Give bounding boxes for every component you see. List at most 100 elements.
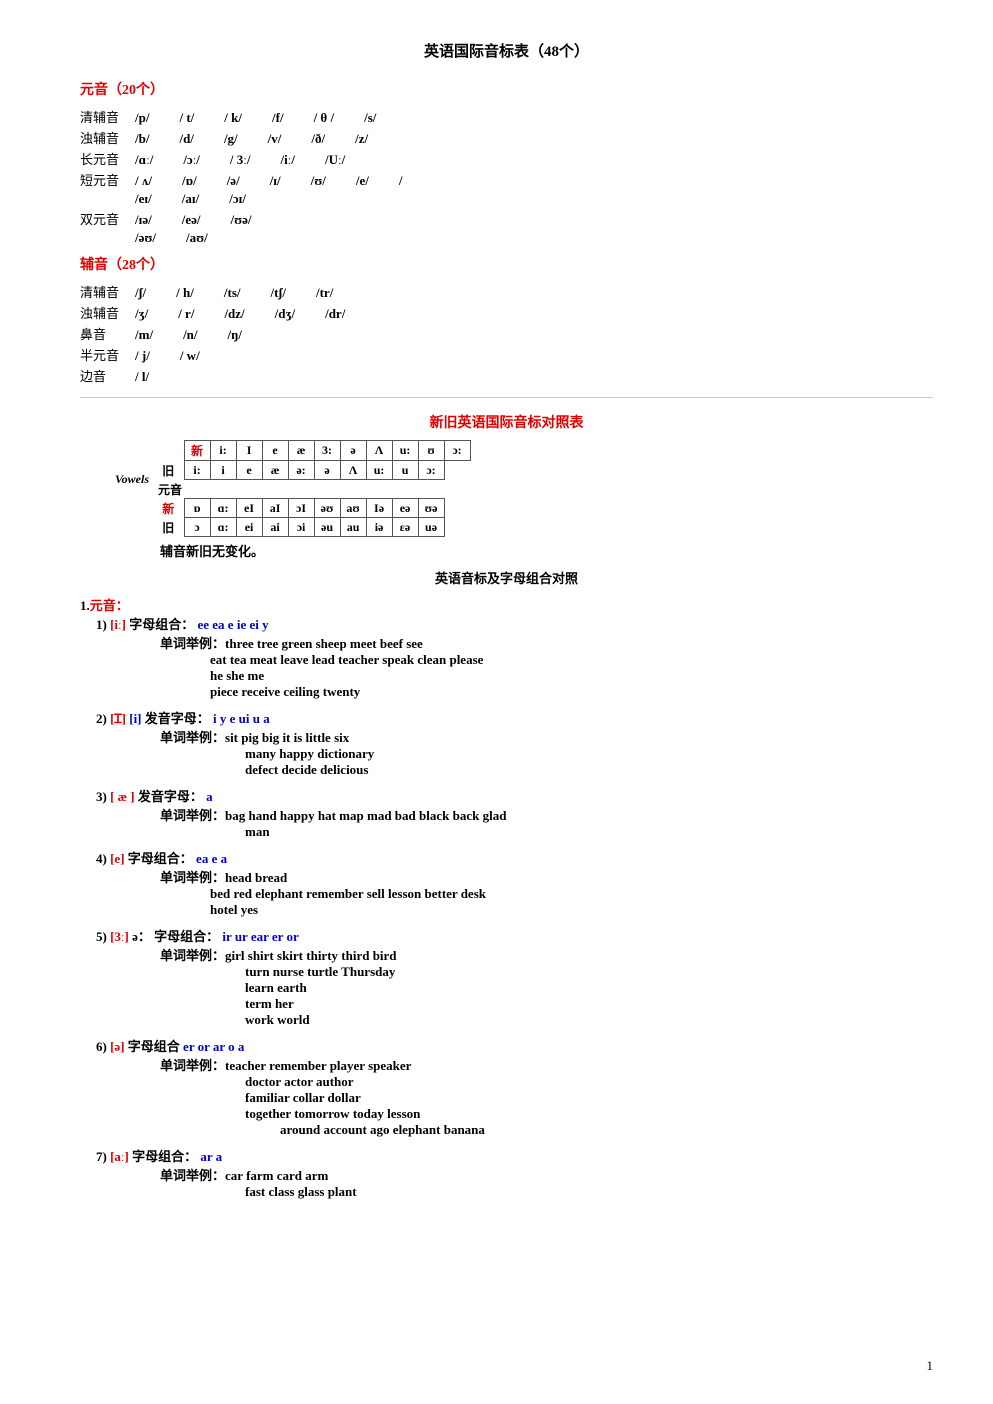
- compare-section: 新旧英语国际音标对照表 新 i: I e æ 3: ə Λ u: ʊ ɔ: Vo…: [80, 412, 933, 560]
- vowel-2-num: 2): [96, 711, 107, 726]
- sym-dz: /dz/: [224, 306, 244, 322]
- vowel-3-combos: a: [206, 789, 213, 804]
- shuang-yuanyin-row: 双元音 /ɪə/ /eə/ /ʊə/: [80, 209, 933, 228]
- compare-yuanyin-row: 元音: [110, 480, 470, 499]
- vowel-1-line: 1) [iː] 字母组合： ee ea e ie ei y: [96, 614, 933, 633]
- comp-o: ɔ:: [444, 441, 470, 461]
- vowel-item-3: 3) [ æ ] 发音字母： a 单词举例：bag hand happy hat…: [80, 786, 933, 840]
- sym-ia: /ɪə/: [135, 212, 152, 228]
- comp-old-o: ɔ:: [418, 461, 444, 480]
- vowel-4-num: 4): [96, 851, 107, 866]
- comp-old-ei: ei: [236, 518, 262, 537]
- vowel-3-ex-label: 单词举例：bag hand happy hat map mad bad blac…: [160, 805, 933, 824]
- comp-new-ao: aʊ: [340, 499, 366, 518]
- sym-j: / j/: [135, 348, 150, 364]
- vowel-2-combo-label: 发音字母：: [145, 711, 210, 726]
- vowel-2-ex3: defect decide delicious: [245, 762, 933, 778]
- vowel-4-line: 4) [e] 字母组合： ea e a: [96, 848, 933, 867]
- comp-old-u: u: [392, 461, 418, 480]
- yuanyin-section-title: 元音（20个）: [80, 79, 933, 99]
- vowel-7-combos: ar a: [200, 1149, 222, 1164]
- vowel-6-ex5: around account ago elephant banana: [280, 1122, 933, 1138]
- vowel-2-sym2: [i]: [129, 711, 141, 726]
- vowel-3-ex2: man: [245, 824, 933, 840]
- vowel-7-ex2: fast class glass plant: [245, 1184, 933, 1200]
- zhuo-fuyin-syms: /b/ /d/ /g/ /v/ /ð/ /z/: [135, 131, 368, 147]
- comp-ilong: i:: [210, 441, 236, 461]
- divider1: [80, 397, 933, 398]
- comp-new-d: ɒ: [184, 499, 210, 518]
- vowel-item-5: 5) [3ː] ə： 字母组合： ir ur ear er or 单词举例：gi…: [80, 926, 933, 1028]
- fuyin-bi-row: 鼻音 /m/ /n/ /ŋ/: [80, 324, 933, 343]
- sym-au: /əʊ/: [135, 230, 156, 246]
- sym-dr: /dr/: [325, 306, 345, 322]
- sym-i-long: /iː/: [281, 152, 295, 168]
- sym-r: / r/: [178, 306, 194, 322]
- vowel-6-ex3: familiar collar dollar: [245, 1090, 933, 1106]
- vowel-5-combos: ir ur ear er or: [222, 929, 298, 944]
- comp-old-i-long: i:: [184, 461, 210, 480]
- qing-fuyin-syms: /p/ / t/ / k/ /f/ / θ / /s/: [135, 110, 376, 126]
- comp-empty4: [110, 518, 153, 537]
- qing-fuyin-row: 清辅音 /p/ / t/ / k/ /f/ / θ / /s/: [80, 107, 933, 126]
- vowel-6-ex-label: 单词举例：teacher remember player speaker: [160, 1055, 933, 1074]
- sym-v: /v/: [268, 131, 282, 147]
- vowel-6-combo-label: 字母组合: [128, 1039, 180, 1054]
- vowel-1-header: 1.元音：: [80, 595, 933, 614]
- no-change-text: 辅音新旧无变化。: [160, 541, 933, 560]
- comp-new-oi: ɔI: [288, 499, 314, 518]
- vowel-2-sym: [Ɪ]: [110, 711, 126, 726]
- page-title: 英语国际音标表（48个）: [80, 40, 933, 61]
- vowel-7-combo-label: 字母组合：: [132, 1149, 197, 1164]
- vowel-7-num: 7): [96, 1149, 107, 1164]
- vowel-1-num: 1.: [80, 598, 90, 613]
- fuyin-bi-label: 鼻音: [80, 324, 135, 343]
- comp-old-d: ɔ: [184, 518, 210, 537]
- vowel-item-2: 2) [Ɪ] [i] 发音字母： i y e ui u a 单词举例：sit p…: [80, 708, 933, 778]
- vowel-item-1: 1.元音： 1) [iː] 字母组合： ee ea e ie ei y 单词举例…: [80, 595, 933, 700]
- page-number: 1: [927, 1358, 934, 1374]
- comp-yuanyin-label: 元音: [153, 480, 184, 499]
- comp-old-label2: 旧: [153, 518, 184, 537]
- vowel-4-ex1: head bread: [225, 870, 287, 885]
- fuyin-bian-label: 边音: [80, 366, 135, 385]
- sym-sh: /ʃ/: [135, 285, 146, 301]
- vowel-1-num2: 1): [96, 617, 107, 632]
- vowel-6-line: 6) [ə] 字母组合 er or ar o a: [96, 1036, 933, 1055]
- vowel-1-ex1: three tree green sheep meet beef see: [225, 636, 423, 651]
- vowel-6-ex1: teacher remember player speaker: [225, 1058, 411, 1073]
- comp-ulong: u:: [392, 441, 418, 461]
- comp-old-ao: au: [340, 518, 366, 537]
- comp-new-ei: eI: [236, 499, 262, 518]
- fuyin-qing-syms: /ʃ/ / h/ /ts/ /tʃ/ /tr/: [135, 285, 333, 301]
- sym-tsh: /tʃ/: [271, 285, 286, 301]
- sym-wedge: / ʌ/: [135, 173, 152, 189]
- sym-p: /p/: [135, 110, 149, 126]
- chang-yuanyin-syms: /ɑː/ /ɔː/ / 3ː/ /iː/ /Uː/: [135, 152, 345, 168]
- sym-d-short: /ɒ/: [182, 173, 197, 189]
- fuyin-zhuo-label: 浊辅音: [80, 303, 135, 322]
- sym-s: /s/: [364, 110, 376, 126]
- comp-old-ou: əu: [314, 518, 340, 537]
- vowel-1-combo-label: 字母组合：: [129, 617, 194, 632]
- chang-yuanyin-label: 长元音: [80, 149, 135, 168]
- sym-w: / w/: [180, 348, 200, 364]
- shuang-yuanyin-label: 双元音: [80, 209, 135, 228]
- vowel-2-combos: i y e ui u a: [213, 711, 270, 726]
- sym-ea: /eə/: [182, 212, 201, 228]
- comp-vowels-label: Vowels: [110, 461, 153, 499]
- vowel-2-ex2: many happy dictionary: [245, 746, 933, 762]
- vowel-1-combos: ee ea e ie ei y: [198, 617, 269, 632]
- comp-old-e: e: [236, 461, 262, 480]
- sym-l: / l/: [135, 369, 149, 385]
- vowel-6-ex4: together tomorrow today lesson: [245, 1106, 933, 1122]
- vowel-6-num: 6): [96, 1039, 107, 1054]
- compare-old-diphthong: 旧 ɔ ɑ: ei ai ɔi əu au iə εə uə: [110, 518, 470, 537]
- comp-new-label2: 新: [153, 499, 184, 518]
- vowel-4-combos: ea e a: [196, 851, 227, 866]
- comp-ae: æ: [288, 441, 314, 461]
- comp-old-ae: æ: [262, 461, 288, 480]
- compare-header-row: 新 i: I e æ 3: ə Λ u: ʊ ɔ:: [110, 441, 470, 461]
- sym-k: / k/: [224, 110, 242, 126]
- sym-b: /b/: [135, 131, 149, 147]
